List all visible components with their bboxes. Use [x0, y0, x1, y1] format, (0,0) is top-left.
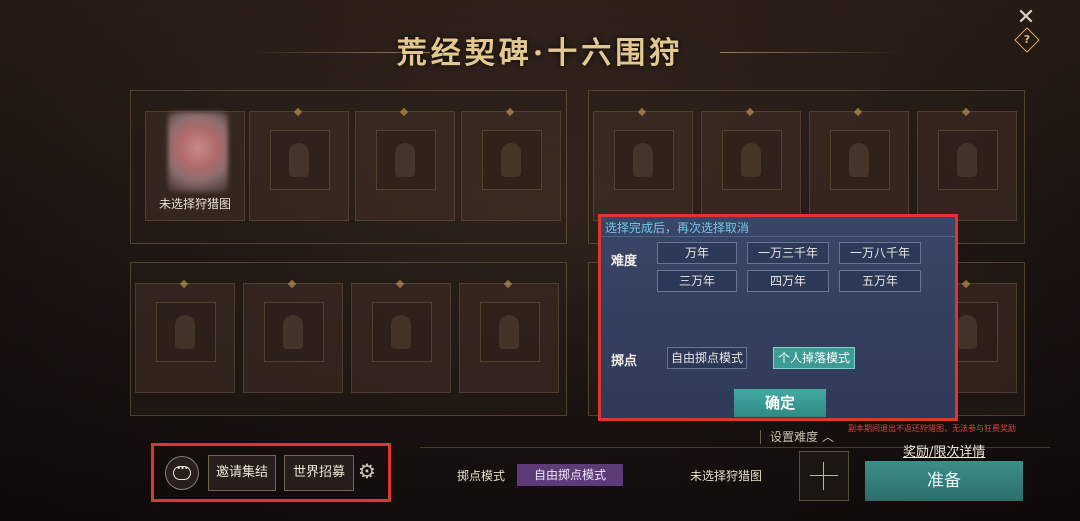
- reward-details-link[interactable]: 奖励/限次详情: [903, 441, 985, 460]
- social-button-group: 邀请集结 世界招募 ⚙: [151, 443, 391, 502]
- difficulty-option-18k[interactable]: 一万八千年: [839, 242, 921, 264]
- silhouette-icon: [376, 130, 436, 190]
- difficulty-option-50k[interactable]: 五万年: [839, 270, 921, 292]
- silhouette-icon: [938, 130, 998, 190]
- difficulty-option-13k[interactable]: 一万三千年: [747, 242, 829, 264]
- map-slot[interactable]: [461, 107, 561, 221]
- map-slot[interactable]: [701, 107, 801, 221]
- dialog-hint: 选择完成后，再次选择取消: [605, 221, 750, 235]
- difficulty-option-40k[interactable]: 四万年: [747, 270, 829, 292]
- map-slot[interactable]: [917, 107, 1017, 221]
- map-slot[interactable]: [351, 279, 451, 393]
- roll-mode-badge: 自由掷点模式: [517, 464, 623, 486]
- chevron-up-icon: ︿: [821, 430, 834, 444]
- set-difficulty-label: 设置难度: [770, 430, 819, 444]
- map-slot[interactable]: [249, 107, 349, 221]
- difficulty-dialog: 选择完成后，再次选择取消 难度 万年 一万三千年 一万八千年 三万年 四万年 五…: [598, 214, 958, 421]
- exit-notice: 副本期间退出不返还狩猎图，无法参与狂费奖励: [848, 424, 1016, 433]
- player-avatar: [168, 112, 228, 192]
- team-panel-bottom-left: [130, 262, 567, 416]
- roll-mode-label: 掷点模式: [457, 469, 506, 483]
- ready-button[interactable]: 准备: [865, 461, 1023, 501]
- drop-option-personal-loot[interactable]: 个人掉落模式: [773, 347, 855, 369]
- map-slot[interactable]: [459, 279, 559, 393]
- map-slot[interactable]: [809, 107, 909, 221]
- map-slot[interactable]: [243, 279, 343, 393]
- silhouette-icon: [722, 130, 782, 190]
- map-slot[interactable]: [593, 107, 693, 221]
- invite-gather-button[interactable]: 邀请集结: [208, 455, 276, 491]
- map-slot-selected[interactable]: 未选择狩猎图: [145, 111, 245, 221]
- drop-label: 掷点: [611, 354, 638, 369]
- difficulty-label: 难度: [611, 254, 638, 269]
- map-slot-label: 未选择狩猎图: [158, 197, 231, 211]
- team-panel-top-left: 未选择狩猎图: [130, 90, 567, 244]
- map-slot[interactable]: [355, 107, 455, 221]
- confirm-button[interactable]: 确定: [734, 389, 826, 417]
- chat-button[interactable]: [165, 456, 199, 490]
- page-title: 荒经契碑·十六围狩: [396, 36, 684, 71]
- silhouette-icon: [264, 302, 324, 362]
- map-slot[interactable]: [135, 279, 235, 393]
- silhouette-icon: [372, 302, 432, 362]
- unselected-map-label: 未选择狩猎图: [690, 469, 763, 483]
- chat-icon: [173, 464, 191, 480]
- silhouette-icon: [614, 130, 674, 190]
- silhouette-icon: [482, 130, 542, 190]
- gear-icon[interactable]: ⚙: [358, 460, 376, 482]
- set-difficulty-button[interactable]: 设置难度 ︿: [770, 428, 834, 445]
- help-icon-glyph: ?: [1023, 33, 1031, 46]
- world-recruit-button[interactable]: 世界招募: [284, 455, 354, 491]
- silhouette-icon: [480, 302, 540, 362]
- drop-option-free-roll[interactable]: 自由掷点模式: [667, 347, 747, 369]
- divider: [601, 236, 955, 237]
- silhouette-icon: [156, 302, 216, 362]
- difficulty-option-10k[interactable]: 万年: [657, 242, 737, 264]
- difficulty-option-30k[interactable]: 三万年: [657, 270, 737, 292]
- silhouette-icon: [270, 130, 330, 190]
- silhouette-icon: [830, 130, 890, 190]
- add-map-button[interactable]: [799, 451, 849, 501]
- divider: [760, 430, 761, 444]
